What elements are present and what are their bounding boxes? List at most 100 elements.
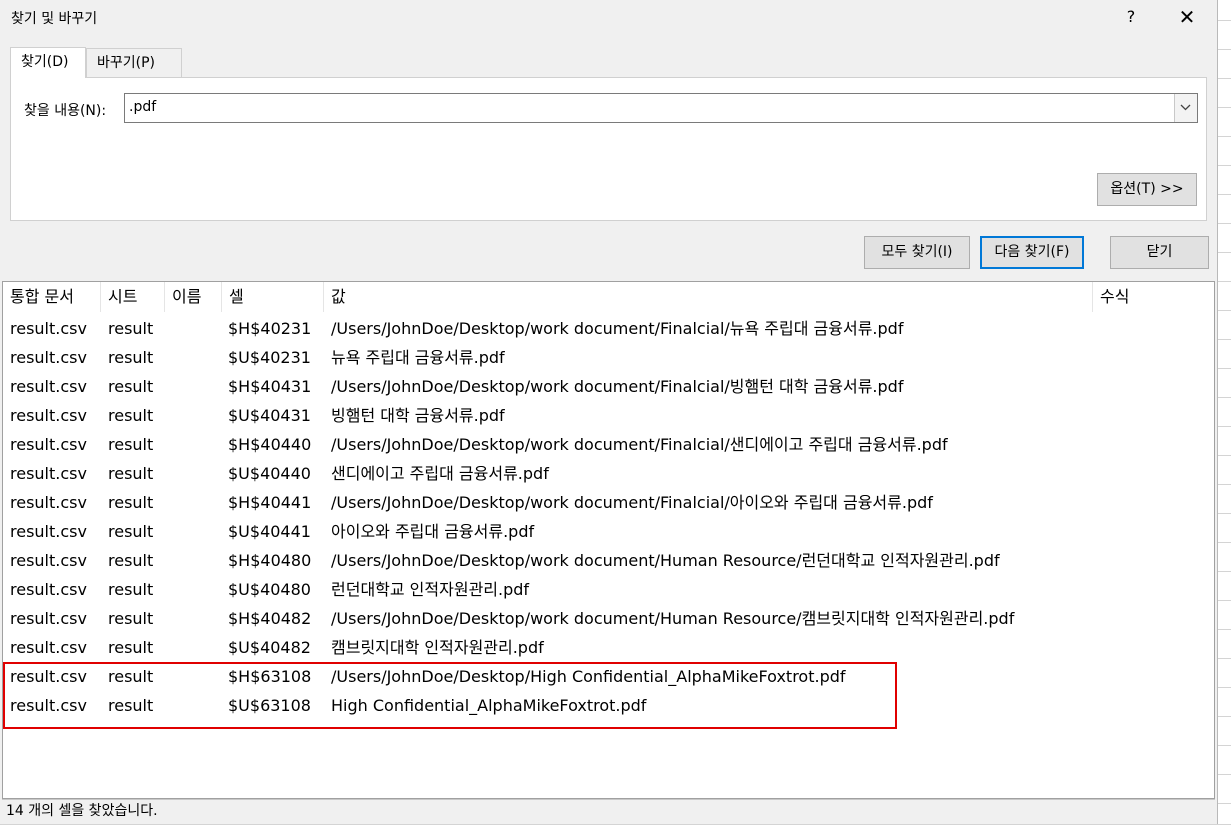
sheet-cell: result	[108, 609, 154, 628]
value-cell: /Users/JohnDoe/Desktop/work document/Fin…	[331, 493, 933, 512]
gridline	[1217, 803, 1231, 804]
cell-ref-cell: $U$40480	[228, 580, 311, 599]
gridline	[1217, 397, 1231, 398]
value-cell: /Users/JohnDoe/Desktop/work document/Fin…	[331, 377, 904, 396]
find-replace-dialog: 찾기 및 바꾸기 ? ✕ 찾기(D) 바꾸기(P) 찾을 내용(N): .pdf…	[0, 0, 1218, 824]
close-icon[interactable]: ✕	[1167, 2, 1207, 32]
find-panel: 찾을 내용(N): .pdf 옵션(T) >>	[10, 77, 1207, 221]
cell-ref-cell: $U$40482	[228, 638, 311, 657]
workbook-cell: result.csv	[10, 348, 87, 367]
column-header-value[interactable]: 값	[324, 282, 1093, 312]
find-what-combobox[interactable]: .pdf	[124, 93, 1198, 123]
table-row[interactable]: result.csv result $U$40482 캠브릿지대학 인적자원관리.pd…	[3, 633, 1214, 662]
table-row[interactable]: result.csv result $U$40480 런던대학교 인적자원관리.pdf	[3, 575, 1214, 604]
results-list[interactable]: 통합 문서 시트 이름 셀 값 수식 result.csv result $H$40…	[2, 281, 1215, 799]
value-cell: 런던대학교 인적자원관리.pdf	[331, 580, 530, 599]
find-next-button[interactable]: 다음 찾기(F)	[980, 236, 1084, 269]
column-header-cell[interactable]: 셀	[222, 282, 324, 312]
column-header-formula[interactable]: 수식	[1093, 282, 1214, 312]
find-all-button[interactable]: 모두 찾기(I)	[864, 236, 970, 269]
workbook-cell: result.csv	[10, 493, 87, 512]
table-row[interactable]: result.csv result $H$40482/Users/JohnDoe/D…	[3, 604, 1214, 633]
gridline	[1217, 310, 1231, 311]
table-row[interactable]: result.csv result $H$40231/Users/JohnDoe/D…	[3, 314, 1214, 343]
sheet-cell: result	[108, 638, 154, 657]
gridline	[1217, 629, 1231, 630]
cell-ref-cell: $H$40231	[228, 319, 312, 338]
gridline	[1217, 281, 1231, 282]
sheet-cell: result	[108, 493, 154, 512]
table-row[interactable]: result.csv result $H$40441/Users/JohnDoe/D…	[3, 488, 1214, 517]
gridline	[1217, 136, 1231, 137]
gridline	[1217, 774, 1231, 775]
workbook-cell: result.csv	[10, 609, 87, 628]
cell-ref-cell: $U$40431	[228, 406, 311, 425]
table-row[interactable]: result.csv result $U$40441 아이오와 주립대 금융서류.pd…	[3, 517, 1214, 546]
column-header-sheet[interactable]: 시트	[101, 282, 165, 312]
table-row[interactable]: result.csv result $H$40480/Users/JohnDoe/D…	[3, 546, 1214, 575]
table-row[interactable]: result.csv result $U$40431 빙햄턴 대학 금융서류.pdf	[3, 401, 1214, 430]
workbook-cell: result.csv	[10, 522, 87, 541]
table-row[interactable]: result.csv result $H$40440/Users/JohnDoe/D…	[3, 430, 1214, 459]
gridline	[1217, 107, 1231, 108]
sheet-cell: result	[108, 348, 154, 367]
cell-ref-cell: $H$40441	[228, 493, 312, 512]
workbook-cell: result.csv	[10, 464, 87, 483]
workbook-cell: result.csv	[10, 319, 87, 338]
sheet-cell: result	[108, 551, 154, 570]
column-header-name[interactable]: 이름	[165, 282, 222, 312]
gridline	[1217, 78, 1231, 79]
cell-ref-cell: $U$40440	[228, 464, 311, 483]
cell-ref-cell: $U$40231	[228, 348, 311, 367]
options-button[interactable]: 옵션(T) >>	[1097, 173, 1197, 206]
gridline	[1217, 513, 1231, 514]
value-cell: 아이오와 주립대 금융서류.pdf	[331, 522, 535, 541]
table-row[interactable]: result.csv result $H$40431/Users/JohnDoe/D…	[3, 372, 1214, 401]
value-cell: /Users/JohnDoe/Desktop/work document/Hum…	[331, 551, 1000, 570]
gridline	[1217, 716, 1231, 717]
workbook-cell: result.csv	[10, 435, 87, 454]
find-what-input[interactable]: .pdf	[129, 99, 156, 115]
workbook-cell: result.csv	[10, 580, 87, 599]
tab-replace[interactable]: 바꾸기(P)	[86, 48, 182, 77]
close-button[interactable]: 닫기	[1110, 236, 1209, 269]
value-cell: 캠브릿지대학 인적자원관리.pdf	[331, 638, 544, 657]
cell-ref-cell: $H$40480	[228, 551, 312, 570]
workbook-cell: result.csv	[10, 406, 87, 425]
background-spreadsheet	[1217, 0, 1231, 832]
column-header-workbook[interactable]: 통합 문서	[3, 282, 101, 312]
gridline	[1217, 745, 1231, 746]
gridline	[1217, 658, 1231, 659]
gridline	[1217, 571, 1231, 572]
table-row[interactable]: result.csv result $U$40231 뉴욕 주립대 금융서류.pdf	[3, 343, 1214, 372]
gridline	[1217, 165, 1231, 166]
sheet-cell: result	[108, 580, 154, 599]
gridline	[1217, 426, 1231, 427]
sheet-cell: result	[108, 377, 154, 396]
cell-ref-cell: $H$40440	[228, 435, 312, 454]
dialog-title: 찾기 및 바꾸기	[11, 11, 98, 27]
value-cell: 뉴욕 주립대 금융서류.pdf	[331, 348, 505, 367]
value-cell: /Users/JohnDoe/Desktop/work document/Fin…	[331, 319, 904, 338]
chevron-down-icon[interactable]	[1174, 94, 1197, 122]
status-bar: 14 개의 셀을 찾았습니다.	[2, 799, 1215, 823]
cell-ref-cell: $H$40482	[228, 609, 312, 628]
gridline	[1217, 194, 1231, 195]
sheet-cell: result	[108, 435, 154, 454]
gridline	[1217, 368, 1231, 369]
cell-ref-cell: $H$40431	[228, 377, 312, 396]
table-row[interactable]: result.csv result $U$40440 샌디에이고 주립대 금융서류.p…	[3, 459, 1214, 488]
find-what-label: 찾을 내용(N):	[24, 103, 107, 119]
sheet-cell: result	[108, 522, 154, 541]
help-button[interactable]: ?	[1111, 2, 1151, 32]
tab-find[interactable]: 찾기(D)	[10, 47, 86, 78]
workbook-cell: result.csv	[10, 638, 87, 657]
workbook-cell: result.csv	[10, 551, 87, 570]
gridline	[1217, 339, 1231, 340]
value-cell: 빙햄턴 대학 금융서류.pdf	[331, 406, 505, 425]
gridline	[1217, 600, 1231, 601]
gridline	[1217, 252, 1231, 253]
results-header: 통합 문서 시트 이름 셀 값 수식	[3, 282, 1214, 312]
sheet-cell: result	[108, 464, 154, 483]
gridline	[1217, 455, 1231, 456]
